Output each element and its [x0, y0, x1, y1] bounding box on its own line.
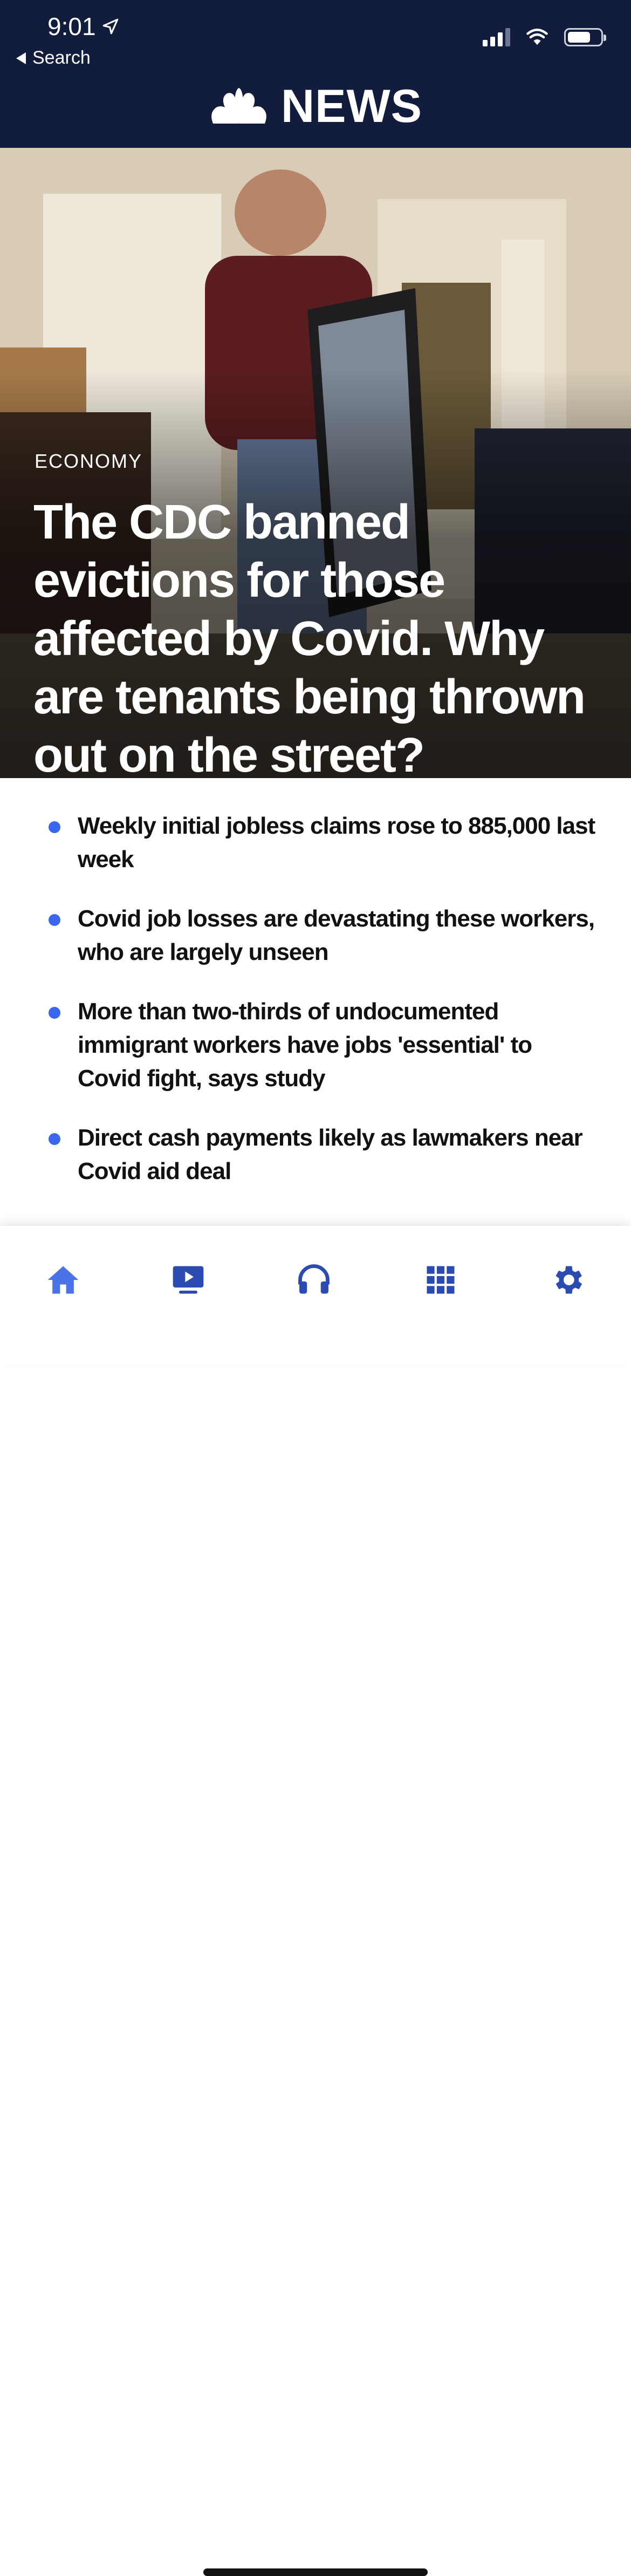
story-headline[interactable]: The CDC banned evictions for those affec…: [33, 493, 605, 778]
bullet-dot: [49, 1133, 60, 1145]
tab-home[interactable]: [31, 1248, 95, 1312]
bullet-dot: [49, 821, 60, 833]
peacock-icon: [209, 86, 269, 127]
grid-icon: [427, 1266, 455, 1294]
hero-story[interactable]: ECONOMY The CDC banned evictions for tho…: [0, 148, 631, 778]
related-story-title[interactable]: Direct cash payments likely as lawmakers…: [78, 1125, 583, 1184]
wifi-icon: [526, 29, 548, 45]
related-story-item[interactable]: Covid job losses are devastating these w…: [49, 902, 599, 969]
home-indicator[interactable]: [203, 2568, 428, 2576]
cellular-signal-icon: [483, 28, 510, 46]
related-story-title[interactable]: Weekly initial jobless claims rose to 88…: [78, 813, 595, 873]
related-stories-list: Weekly initial jobless claims rose to 88…: [0, 809, 631, 1214]
app-header: 9:01 Search NEWS: [0, 0, 631, 148]
bullet-dot: [49, 914, 60, 926]
location-arrow-icon: [102, 18, 118, 35]
tab-settings[interactable]: [535, 1248, 600, 1312]
news-wordmark: NEWS: [281, 80, 422, 132]
bullet-dot: [49, 1007, 60, 1019]
back-triangle-icon: [16, 52, 26, 64]
headphones-icon: [298, 1264, 330, 1294]
back-to-search-link[interactable]: Search: [16, 47, 91, 69]
bottom-tab-bar: [0, 1226, 631, 2576]
related-story-item[interactable]: Weekly initial jobless claims rose to 88…: [49, 809, 599, 876]
time-text: 9:01: [47, 12, 96, 40]
related-story-title[interactable]: More than two-thirds of undocumented imm…: [78, 998, 532, 1092]
story-category[interactable]: ECONOMY: [35, 450, 142, 473]
related-story-item[interactable]: Direct cash payments likely as lawmakers…: [49, 1121, 599, 1188]
video-icon: [173, 1266, 204, 1294]
home-icon: [47, 1266, 79, 1294]
back-label: Search: [32, 47, 91, 68]
tab-sections[interactable]: [408, 1248, 473, 1312]
related-story-item[interactable]: More than two-thirds of undocumented imm…: [49, 995, 599, 1095]
nbc-news-logo: NEWS: [0, 80, 631, 133]
tab-video[interactable]: [156, 1248, 221, 1312]
gear-icon: [555, 1266, 582, 1294]
battery-icon: [564, 28, 606, 46]
status-time: 9:01: [47, 12, 120, 41]
related-story-title[interactable]: Covid job losses are devastating these w…: [78, 905, 595, 965]
tab-audio[interactable]: [282, 1248, 346, 1312]
status-indicators: [483, 28, 606, 46]
